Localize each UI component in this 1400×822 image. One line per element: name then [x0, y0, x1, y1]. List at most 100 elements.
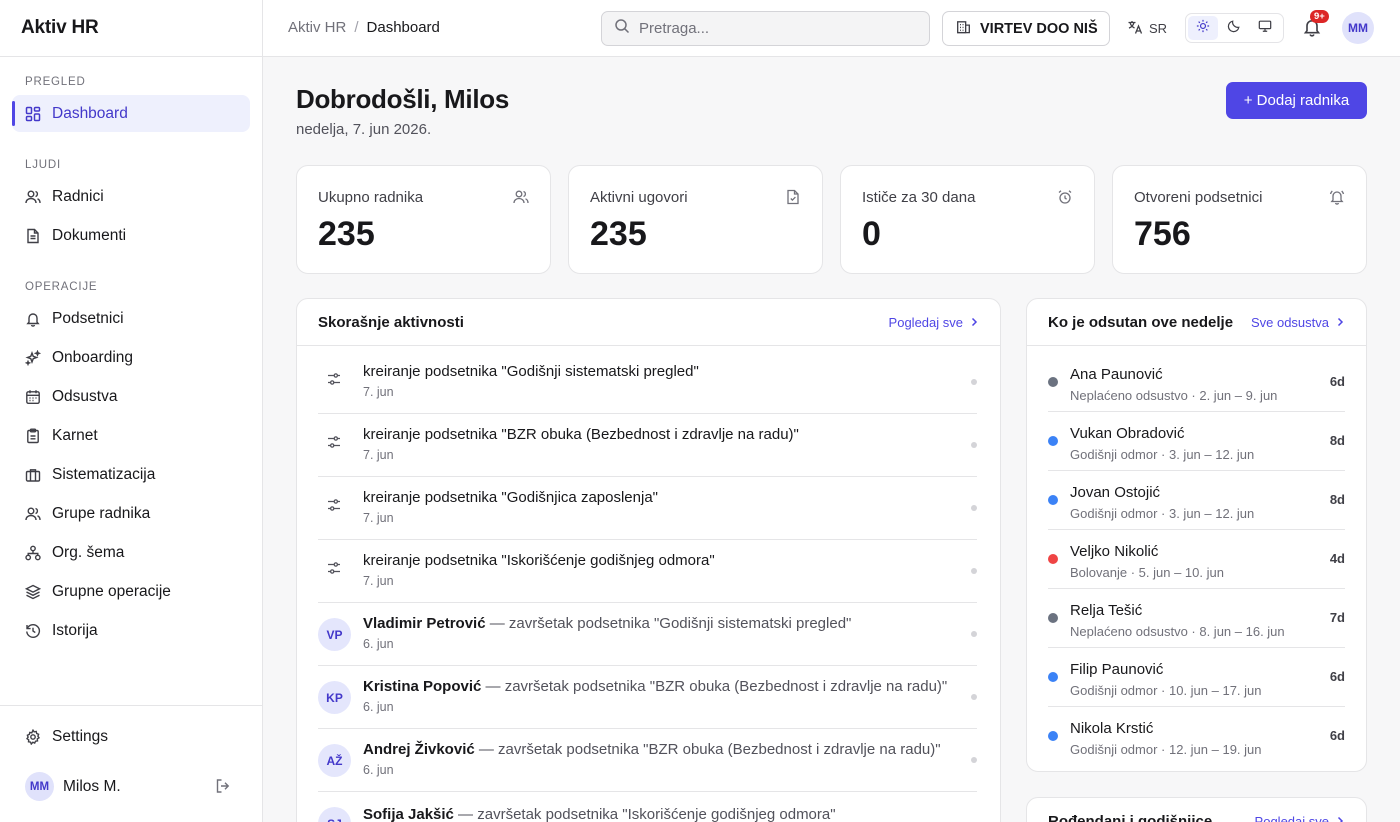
monitor-icon	[1258, 19, 1272, 38]
absence-type-dot	[1048, 672, 1058, 682]
view-all-birthdays-link[interactable]: Pogledaj sve	[1255, 814, 1345, 822]
breadcrumb-root[interactable]: Aktiv HR	[288, 19, 346, 36]
activity-text: Kristina Popović — završetak podsetnika …	[363, 678, 947, 695]
sliders-icon	[326, 434, 342, 455]
sidebar-item-dokumenti[interactable]: Dokumenti	[12, 217, 250, 254]
absence-detail: Bolovanje · 5. jun – 10. jun	[1070, 565, 1224, 580]
sidebar-item-label: Grupe radnika	[52, 504, 151, 522]
status-dot	[971, 505, 977, 511]
avatar: VP	[318, 618, 351, 651]
section-ljudi: LJUDI	[25, 159, 61, 171]
system-mode-button[interactable]	[1250, 16, 1280, 40]
activity-text: kreiranje podsetnika "BZR obuka (Bezbedn…	[363, 426, 799, 443]
sidebar-item-label: Podsetnici	[52, 309, 124, 327]
employee-name: Relja Tešić	[1070, 602, 1143, 619]
absence-item[interactable]: Ana Paunović Neplaćeno odsustvo · 2. jun…	[1048, 353, 1345, 412]
breadcrumb-current: Dashboard	[366, 19, 440, 36]
view-all-activity-link[interactable]: Pogledaj sve	[889, 315, 979, 330]
absence-item[interactable]: Veljko Nikolić Bolovanje · 5. jun – 10. …	[1048, 530, 1345, 589]
sidebar-item-onboarding[interactable]: Onboarding	[12, 339, 250, 376]
activity-text: Sofija Jakšić — završetak podsetnika "Is…	[363, 806, 836, 822]
absence-item[interactable]: Relja Tešić Neplaćeno odsustvo · 8. jun …	[1048, 589, 1345, 648]
search-input[interactable]	[639, 20, 909, 37]
absence-detail: Neplaćeno odsustvo · 2. jun – 9. jun	[1070, 388, 1278, 403]
search-box[interactable]	[601, 11, 930, 46]
card-title: Skorašnje aktivnosti	[318, 313, 464, 331]
chevron-right-icon	[1337, 816, 1344, 822]
sidebar-item-dashboard[interactable]: Dashboard	[12, 95, 250, 132]
activity-item[interactable]: kreiranje podsetnika "Iskorišćenje godiš…	[318, 540, 977, 603]
avatar: KP	[318, 681, 351, 714]
sidebar-item-podsetnici[interactable]: Podsetnici	[12, 300, 250, 337]
sidebar-item-label: Odsustva	[52, 387, 118, 405]
user-group-icon	[25, 506, 41, 522]
stat-card-total-employees[interactable]: Ukupno radnika 235	[296, 165, 551, 274]
absence-item[interactable]: Nikola Krstić Godišnji odmor · 12. jun –…	[1048, 707, 1345, 766]
stat-card-active-contracts[interactable]: Aktivni ugovori 235	[568, 165, 823, 274]
absence-item[interactable]: Filip Paunović Godišnji odmor · 10. jun …	[1048, 648, 1345, 707]
avatar[interactable]: MM	[25, 772, 54, 801]
sidebar-item-org-sema[interactable]: Org. šema	[12, 534, 250, 571]
settings-button[interactable]: Settings	[12, 718, 250, 755]
activity-item[interactable]: kreiranje podsetnika "Godišnji sistemats…	[318, 351, 977, 414]
employee-name: Vukan Obradović	[1070, 425, 1185, 442]
add-employee-button[interactable]: + Dodaj radnika	[1226, 82, 1367, 119]
absence-type-dot	[1048, 436, 1058, 446]
stat-card-expiring[interactable]: Ističe za 30 dana 0	[840, 165, 1095, 274]
chevron-right-icon	[971, 317, 978, 327]
sidebar-item-grupe-radnika[interactable]: Grupe radnika	[12, 495, 250, 532]
recent-activity-card: Skorašnje aktivnosti Pogledaj sve kreira…	[296, 298, 1001, 822]
users-icon	[513, 189, 529, 210]
absence-detail: Godišnji odmor · 3. jun – 12. jun	[1070, 506, 1255, 521]
avatar: AŽ	[318, 744, 351, 777]
stat-card-open-reminders[interactable]: Otvoreni podsetnici 756	[1112, 165, 1367, 274]
activity-user[interactable]: Sofija Jakšić	[363, 806, 454, 822]
activity-item[interactable]: KP Kristina Popović — završetak podsetni…	[318, 666, 977, 729]
user-avatar[interactable]: MM	[1342, 12, 1374, 44]
chevron-right-icon	[1337, 317, 1344, 327]
language-switcher[interactable]: SR	[1127, 19, 1167, 38]
activity-item[interactable]: VP Vladimir Petrović — završetak podsetn…	[318, 603, 977, 666]
sidebar-item-radnici[interactable]: Radnici	[12, 178, 250, 215]
employee-name: Nikola Krstić	[1070, 720, 1154, 737]
sidebar-item-label: Org. šema	[52, 543, 125, 561]
activity-item[interactable]: kreiranje podsetnika "BZR obuka (Bezbedn…	[318, 414, 977, 477]
card-title: Ko je odsutan ove nedelje	[1048, 313, 1234, 331]
activity-item[interactable]: AŽ Andrej Živković — završetak podsetnik…	[318, 729, 977, 792]
activity-text: Andrej Živković — završetak podsetnika "…	[363, 741, 941, 758]
moon-icon	[1227, 19, 1241, 38]
activity-user[interactable]: Kristina Popović	[363, 678, 481, 695]
activity-text: kreiranje podsetnika "Godišnjica zaposle…	[363, 489, 658, 506]
employee-name: Filip Paunović	[1070, 661, 1164, 678]
org-chart-icon	[25, 545, 41, 561]
activity-text: kreiranje podsetnika "Iskorišćenje godiš…	[363, 552, 715, 569]
dark-mode-button[interactable]	[1219, 16, 1249, 40]
employee-name: Jovan Ostojić	[1070, 484, 1161, 501]
status-dot	[971, 694, 977, 700]
sidebar-item-karnet[interactable]: Karnet	[12, 417, 250, 454]
sidebar-item-sistematizacija[interactable]: Sistematizacija	[12, 456, 250, 493]
light-mode-button[interactable]	[1188, 16, 1218, 40]
sidebar-item-istorija[interactable]: Istorija	[12, 612, 250, 649]
sidebar-item-grupne-operacije[interactable]: Grupne operacije	[12, 573, 250, 610]
breadcrumb: Aktiv HR / Dashboard	[288, 19, 440, 36]
absence-days: 6d	[1329, 728, 1345, 743]
activity-action: — završetak podsetnika "BZR obuka (Bezbe…	[474, 741, 941, 758]
status-dot	[971, 568, 977, 574]
activity-item[interactable]: kreiranje podsetnika "Godišnjica zaposle…	[318, 477, 977, 540]
logout-icon[interactable]	[215, 778, 231, 799]
company-selector[interactable]: VIRTEV DOO NIŠ	[942, 11, 1110, 46]
activity-item[interactable]: SJ Sofija Jakšić — završetak podsetnika …	[318, 792, 977, 822]
sidebar-item-odsustva[interactable]: Odsustva	[12, 378, 250, 415]
absence-days: 8d	[1329, 433, 1345, 448]
all-absences-link[interactable]: Sve odsustva	[1251, 315, 1345, 330]
activity-date: 7. jun	[363, 448, 394, 462]
absence-item[interactable]: Jovan Ostojić Godišnji odmor · 3. jun – …	[1048, 471, 1345, 530]
link-label: Pogledaj sve	[888, 314, 963, 330]
activity-user[interactable]: Vladimir Petrović	[363, 615, 486, 632]
activity-action: — završetak podsetnika "Godišnji sistema…	[485, 615, 852, 632]
clipboard-icon	[25, 428, 41, 444]
card-header: Rođendani i godišnjice Pogledaj sve	[1027, 798, 1366, 822]
absence-item[interactable]: Vukan Obradović Godišnji odmor · 3. jun …	[1048, 412, 1345, 471]
activity-user[interactable]: Andrej Živković	[363, 741, 475, 758]
